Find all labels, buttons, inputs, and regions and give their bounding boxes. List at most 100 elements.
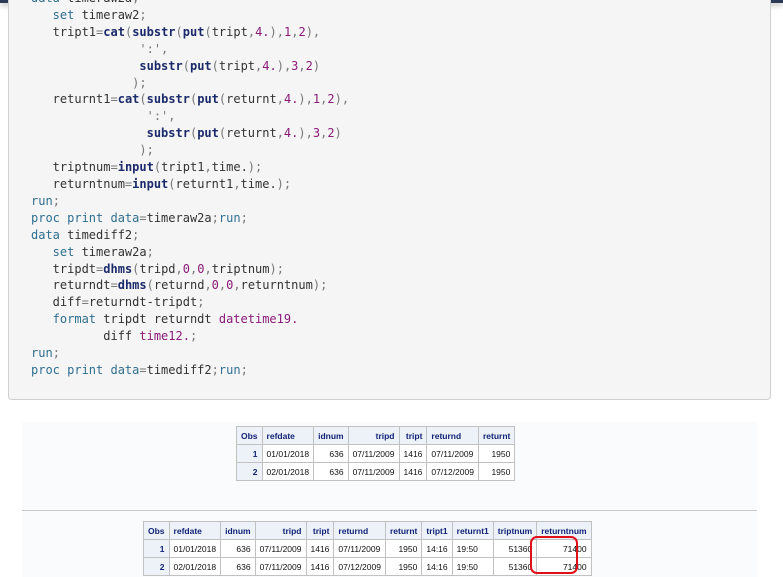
code-token: put [182,24,205,39]
code-block: data timeraw2a; set timeraw2; tript1=cat… [8,0,771,400]
table-cell: 1416 [305,557,335,576]
code-token: returnt [226,92,277,107]
table-cell: 02/01/2018 [168,557,222,576]
code-token: tript1 [161,160,205,175]
table-cell: 07/11/2009 [347,462,400,481]
code-token: ( [139,92,147,107]
code-token: format [31,312,97,327]
column-header: tript [305,521,335,540]
code-token: ) [276,58,284,73]
code-token: returnd [153,278,205,293]
code-token: = [110,160,118,175]
column-header: Obs [236,426,263,445]
code-token: returntnum [240,278,313,293]
table-cell: 636 [220,557,256,576]
code-token: timediff2 [59,227,133,242]
code-token: timeraw2 [74,7,140,22]
code-token: timeraw2a [74,244,147,259]
code-token: ); [276,176,292,191]
code-token: substr [139,58,183,73]
code-token: cat [103,24,125,39]
table-cell: 1 [236,444,263,463]
code-token: 4. [283,92,299,107]
table-cell: 07/11/2009 [333,539,386,558]
code-line: tript1=cat(substr(put(tript,4.),1,2), [31,24,349,41]
code-token: time. [211,160,248,175]
column-header: returnt1 [451,521,494,540]
code-token: data [31,0,60,5]
column-header: idnum [220,521,256,540]
code-token: triptnum [31,160,111,175]
table-cell: 19:50 [451,557,494,576]
code-token: ; [240,210,248,225]
code-token: substr [146,92,190,107]
code-token: 4. [283,126,299,141]
code-token: diff [31,329,140,344]
code-line: ); [31,142,349,159]
code-line: proc print data=timeraw2a;run; [31,210,349,227]
code-token: ; [189,329,198,344]
code-token: , [161,41,169,56]
proc-print-table-timeraw2a: Obs refdate idnum tripd tript returnd returnt 1… [236,426,516,481]
triptnum-highlight-box [530,536,578,574]
code-token: , [247,24,256,39]
code-token: , [305,92,313,107]
column-header: returnt [384,521,423,540]
table-cell: 636 [220,539,256,558]
code-token: input [117,160,154,175]
code-token: returntnum [31,176,125,191]
column-header: idnum [313,426,349,445]
proc-print-table-timediff2: Obs refdate idnum tripd tript returnd returnt t… [143,521,592,576]
table-cell: 07/11/2009 [347,444,400,463]
table-cell: 2 [143,557,170,576]
code-token: ; [146,244,154,259]
code-token: ; [52,346,60,361]
code-token: time. [240,176,277,191]
table-cell: 07/11/2009 [254,557,307,576]
code-token: ); [312,278,328,293]
table-cell: 14:16 [421,557,453,576]
code-token: ( [204,24,212,39]
code-token: time12. [139,329,190,344]
table-cell: 1416 [398,444,428,463]
code-token: timeraw2a [60,0,132,5]
code-line: tripdt=dhms(tripd,0,0,triptnum); [31,261,349,278]
output-divider [22,510,757,511]
code-line: diff=returndt-tripdt; [31,294,349,311]
column-header: returnd [426,426,479,445]
code-token: ); [31,75,147,90]
table-cell: 07/11/2009 [254,539,307,558]
code-token: ; [211,362,219,377]
code-token: ; [132,227,140,242]
table-cell: 1416 [305,539,335,558]
table-cell: 02/01/2018 [261,462,315,481]
code-token: 2 [305,58,313,73]
code-line: run; [31,345,349,362]
code-token: timediff2 [146,362,212,377]
code-token: ( [146,278,154,293]
code-token: tripdt returndt [96,312,219,327]
code-token: put [189,58,212,73]
code-token: , [233,176,241,191]
table-cell: 07/12/2009 [426,462,479,481]
code-token: diff [31,295,82,310]
code-token: 0 [211,278,219,293]
code-line: set timeraw2a; [31,244,349,261]
code-line: returndt=dhms(returnd,0,0,returntnum); [31,277,349,294]
code-line: substr(put(tript,4.),3,2) [31,58,349,75]
code-token: returndt-tripdt [88,295,198,310]
table-cell: 636 [313,462,349,481]
code-token: ; [52,193,60,208]
code-token: 4. [255,24,270,39]
code-token: ':' [31,41,162,56]
code-token: put [197,92,219,107]
table-header-row: Obs refdate idnum tripd tript returnd returnt t… [143,521,592,540]
code-line: substr(put(returnt,4.),3,2) [31,125,349,142]
code-token: , [204,261,212,276]
table-row: 2 02/01/2018 636 07/11/2009 1416 07/12/2009 19… [143,557,592,576]
code-line: ':', [31,108,349,125]
code-token: ) [334,92,342,107]
code-line: diff time12.; [31,328,349,345]
table-header-row: Obs refdate idnum tripd tript returnd returnt [236,426,516,445]
